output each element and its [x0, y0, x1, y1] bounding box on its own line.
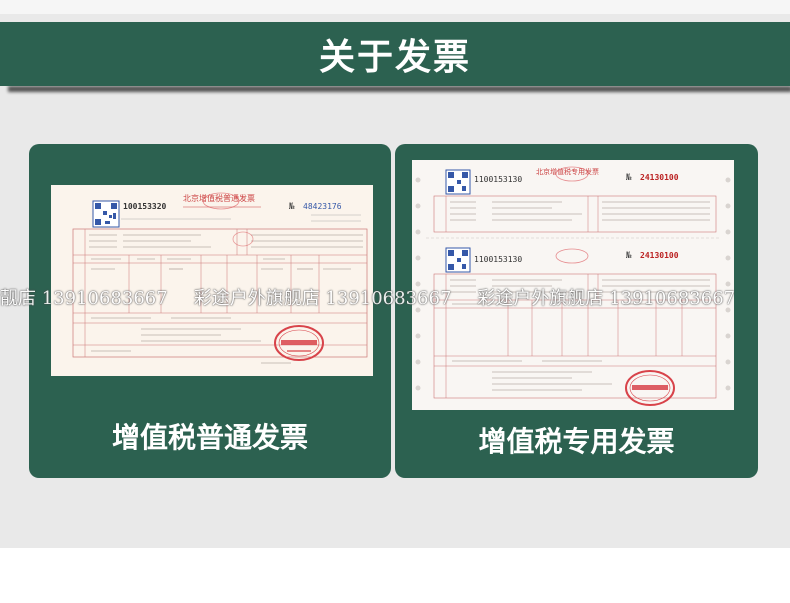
invoice-code-top-text: 1100153130	[474, 175, 522, 184]
invoice-no-label-bottom: №	[625, 251, 632, 261]
qr-code-icon	[445, 169, 471, 195]
invoice-heading-text: 北京增值税普通发票	[183, 193, 255, 203]
invoice-code-text: 100153320	[123, 202, 167, 211]
invoice-no-value-top: 24130100	[640, 173, 679, 182]
qr-code-icon	[92, 200, 120, 228]
special-invoice-caption: 增值税专用发票	[478, 425, 675, 458]
card-special-invoice: 1100153130 北京增值税专用发票 № 24130100 11001531…	[395, 144, 758, 478]
bottom-space	[0, 548, 790, 603]
ordinary-invoice-image: 100153320 北京增值税普通发票 № 48423176	[51, 185, 373, 376]
card-ordinary-invoice: 100153320 北京增值税普通发票 № 48423176 增值税普通发票	[29, 144, 391, 478]
invoice-no-label-top: №	[625, 173, 632, 183]
page-title: 关于发票	[318, 37, 471, 78]
special-invoice-image: 1100153130 北京增值税专用发票 № 24130100 11001531…	[412, 160, 734, 410]
invoice-code-bottom-text: 1100153130	[474, 255, 522, 264]
invoice-heading-text: 北京增值税专用发票	[536, 167, 599, 176]
qr-code-icon	[445, 247, 471, 273]
invoice-no-value-bottom: 24130100	[640, 251, 679, 260]
ordinary-invoice-caption: 增值税普通发票	[111, 421, 308, 454]
header-bar: 关于发票	[0, 22, 790, 86]
page: 关于发票 100153320 北京增值税普通发票 № 48423176 增值税普…	[0, 0, 790, 603]
invoice-no-value: 48423176	[303, 202, 342, 211]
invoice-no-label: №	[288, 202, 295, 212]
top-strip	[0, 0, 790, 14]
header-shadow	[8, 86, 790, 92]
